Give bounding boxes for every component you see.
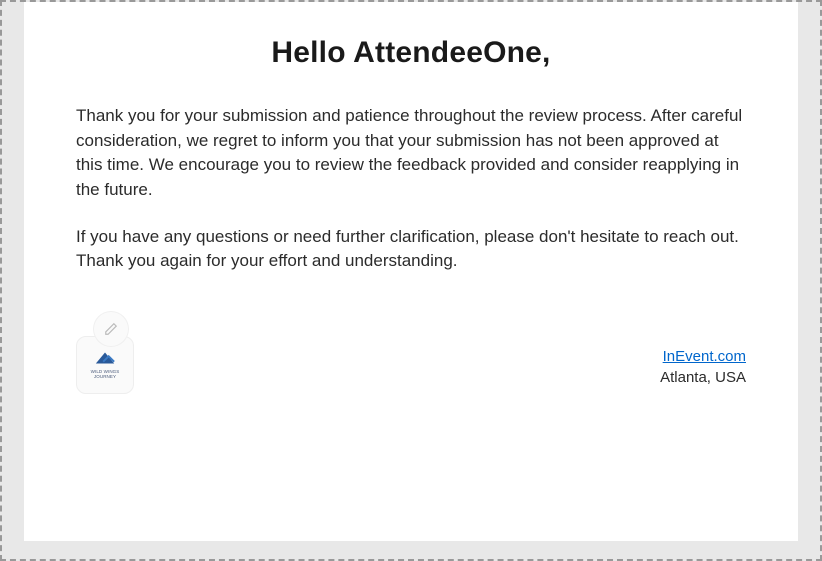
greeting-heading: Hello AttendeeOne, bbox=[76, 36, 746, 70]
body-paragraph-2: If you have any questions or need furthe… bbox=[76, 225, 746, 274]
email-footer: WILD WINGS JOURNEY InEvent.com Atlanta, … bbox=[76, 312, 746, 394]
logo-mark-icon bbox=[94, 348, 116, 368]
email-card: Hello AttendeeOne, Thank you for your su… bbox=[24, 2, 798, 541]
email-preview-frame: Hello AttendeeOne, Thank you for your su… bbox=[0, 0, 822, 561]
logo-caption: WILD WINGS JOURNEY bbox=[81, 370, 129, 380]
body-paragraph-1: Thank you for your submission and patien… bbox=[76, 104, 746, 203]
edit-logo-button[interactable] bbox=[94, 312, 128, 346]
company-location: Atlanta, USA bbox=[660, 369, 746, 386]
logo-block: WILD WINGS JOURNEY bbox=[76, 312, 144, 394]
company-link[interactable]: InEvent.com bbox=[663, 348, 746, 365]
pencil-icon bbox=[104, 322, 118, 336]
company-info: InEvent.com Atlanta, USA bbox=[660, 347, 746, 394]
